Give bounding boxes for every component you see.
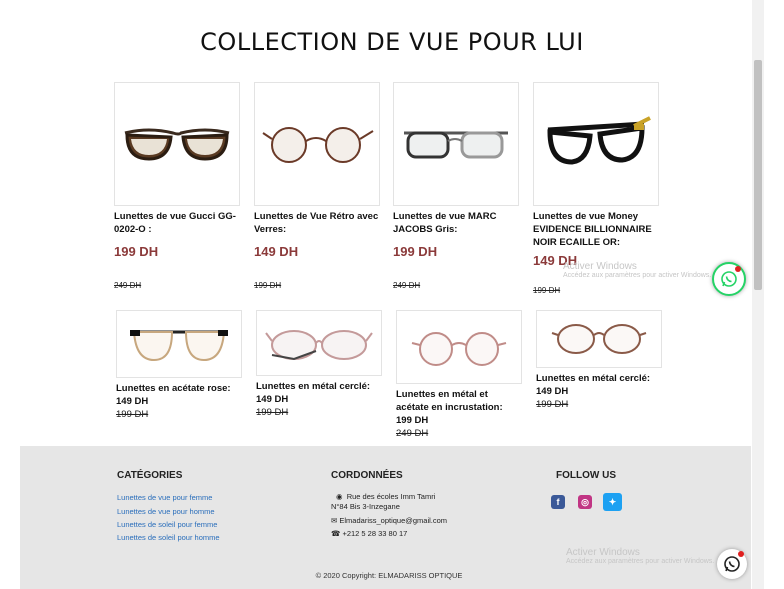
product-image[interactable]	[533, 82, 659, 206]
product-image[interactable]	[116, 310, 242, 378]
follow-us-heading: FOLLOW US	[556, 470, 616, 481]
glasses-icon	[124, 128, 230, 161]
whatsapp-icon	[724, 556, 740, 572]
product-price: 149 DH	[536, 386, 569, 397]
envelope-icon: ✉	[331, 516, 338, 525]
product-image[interactable]	[536, 310, 662, 368]
product-old-price: 199 DH	[256, 407, 289, 418]
glasses-icon	[547, 116, 651, 165]
phone-text: +212 5 28 33 80 17	[342, 529, 408, 538]
category-link-sunglasses-women[interactable]: Lunettes de soleil pour femme	[117, 520, 217, 529]
product-card[interactable]: Lunettes de vue MARC JACOBS Gris: 199 DH…	[393, 82, 519, 290]
category-link-glasses-women[interactable]: Lunettes de vue pour femme	[117, 493, 212, 502]
scrollbar-thumb[interactable]	[754, 60, 762, 290]
product-card[interactable]: Lunettes de Vue Rétro avec Verres: 149 D…	[254, 82, 380, 290]
product-name[interactable]: Lunettes de vue Money EVIDENCE BILLIONNA…	[533, 210, 659, 249]
watermark-title: Activer Windows	[566, 547, 640, 558]
product-image[interactable]	[254, 82, 380, 206]
watermark-subtitle: Accédez aux paramètres pour activer Wind…	[566, 558, 715, 565]
product-image[interactable]	[396, 310, 522, 384]
product-image[interactable]	[393, 82, 519, 206]
instagram-icon[interactable]: ◎	[578, 495, 592, 509]
phone: ☎ +212 5 28 33 80 17	[331, 529, 407, 539]
product-image[interactable]	[256, 310, 382, 376]
contact-heading: CORDONNÉES	[331, 470, 403, 481]
page-title: COLLECTION DE VUE POUR LUI	[200, 28, 584, 56]
phone-icon: ☎	[331, 529, 341, 538]
product-old-price: 249 DH	[393, 281, 421, 290]
category-link-glasses-men[interactable]: Lunettes de vue pour homme	[117, 507, 215, 516]
product-old-price: 249 DH	[396, 428, 429, 439]
email-text: Elmadariss_optique@gmail.com	[339, 516, 448, 525]
product-card[interactable]: Lunettes en métal et acétate en incrusta…	[396, 310, 522, 440]
product-name[interactable]: Lunettes de vue MARC JACOBS Gris:	[393, 210, 519, 236]
glasses-icon	[551, 324, 647, 354]
category-link-sunglasses-men[interactable]: Lunettes de soleil pour homme	[117, 533, 220, 542]
location-pin-icon: ◉	[336, 492, 343, 501]
address-line-1: Rue des écoles Imm Tamri	[346, 492, 436, 501]
whatsapp-icon	[721, 271, 737, 287]
glasses-icon	[265, 330, 373, 361]
product-name[interactable]: Lunettes en métal cerclé:	[256, 380, 382, 393]
watermark-subtitle: Accédez aux paramètres pour activer Wind…	[563, 272, 712, 279]
copyright: © 2020 Copyright: ELMADARISS OPTIQUE	[315, 571, 463, 580]
product-old-price: 199 DH	[533, 286, 561, 295]
product-name[interactable]: Lunettes de vue Gucci GG-0202-O :	[114, 210, 240, 236]
email: ✉ Elmadariss_optique@gmail.com	[331, 516, 447, 526]
product-old-price: 199 DH	[254, 281, 282, 290]
product-price: 199 DH	[393, 244, 438, 259]
product-card[interactable]: Lunettes en métal cerclé: 149 DH 199 DH	[256, 310, 382, 419]
product-card[interactable]: Lunettes de vue Gucci GG-0202-O : 199 DH…	[114, 82, 240, 290]
glasses-icon	[262, 127, 374, 163]
product-image[interactable]	[114, 82, 240, 206]
glasses-icon	[411, 332, 507, 366]
notification-dot	[735, 266, 741, 272]
product-name[interactable]: Lunettes en métal cerclé:	[536, 372, 662, 385]
twitter-icon[interactable]: ✦	[603, 493, 622, 511]
product-price: 149 DH	[116, 396, 149, 407]
glasses-icon	[404, 131, 508, 159]
product-name[interactable]: Lunettes en métal et acétate en incrusta…	[396, 388, 522, 414]
product-name[interactable]: Lunettes en acétate rose:	[116, 382, 242, 395]
product-old-price: 199 DH	[536, 399, 569, 410]
product-price: 199 DH	[114, 244, 159, 259]
product-card[interactable]: Lunettes en acétate rose: 149 DH 199 DH	[116, 310, 242, 421]
product-name[interactable]: Lunettes de Vue Rétro avec Verres:	[254, 210, 380, 236]
product-card[interactable]: Lunettes en métal cerclé: 149 DH 199 DH	[536, 310, 662, 411]
whatsapp-button[interactable]	[712, 262, 746, 296]
windows-activation-watermark: Activer Windows Accédez aux paramètres p…	[563, 261, 711, 279]
glasses-icon	[130, 330, 228, 362]
windows-activation-watermark: Activer Windows Accédez aux paramètres p…	[566, 547, 714, 565]
product-old-price: 199 DH	[116, 409, 149, 420]
whatsapp-button[interactable]	[717, 549, 747, 579]
address: ◉ Rue des écoles Imm Tamri N°84 Bis 3-In…	[331, 492, 435, 512]
product-price: 199 DH	[396, 415, 429, 426]
product-old-price: 249 DH	[114, 281, 142, 290]
notification-dot	[738, 551, 744, 557]
watermark-title: Activer Windows	[563, 261, 637, 272]
product-price: 149 DH	[254, 244, 299, 259]
product-price: 149 DH	[256, 394, 289, 405]
categories-heading: CATÉGORIES	[117, 470, 183, 481]
address-line-2: N°84 Bis 3-Inzegane	[331, 502, 400, 511]
facebook-icon[interactable]: f	[551, 495, 565, 509]
